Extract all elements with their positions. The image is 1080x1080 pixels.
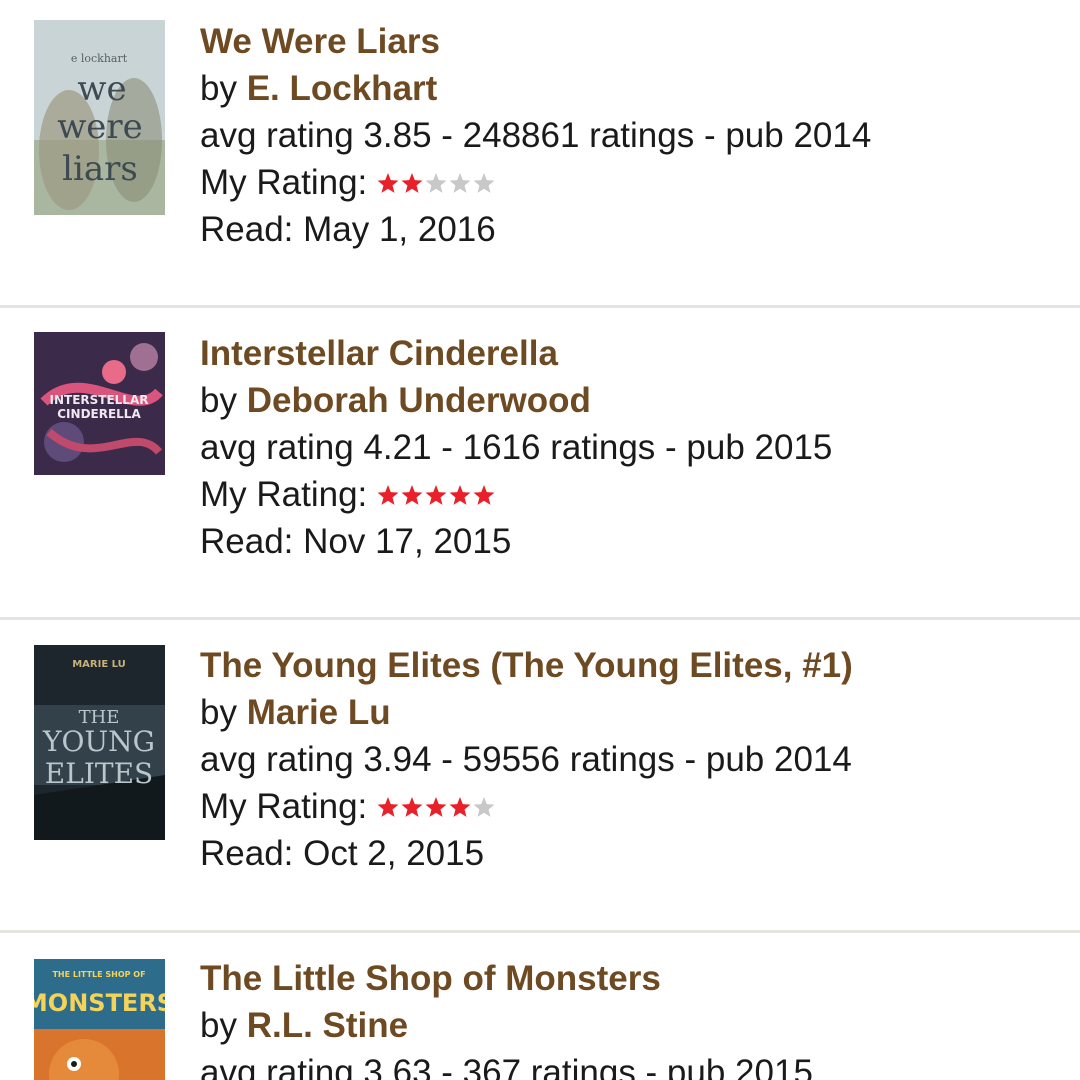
book-stats: avg rating 4.21 - 1616 ratings - pub 201… [200, 428, 833, 467]
star-rating[interactable] [377, 484, 497, 506]
cover-title-line: THE LITTLE SHOP OF [52, 970, 145, 979]
cover-title-line: ELITES [45, 757, 153, 790]
cover-title-line: INTERSTELLAR [50, 393, 149, 407]
book-stats: avg rating 3.63 - 367 ratings - pub 2015 [200, 1053, 813, 1080]
author-link[interactable]: Deborah Underwood [247, 381, 591, 420]
read-date: Read: May 1, 2016 [200, 210, 496, 249]
cover-title-line: were [57, 107, 143, 147]
star-rating-graphic [377, 484, 495, 505]
read-date: Read: Nov 17, 2015 [200, 522, 512, 561]
book-cover-image: MARIE LU THE YOUNG ELITES [34, 645, 165, 840]
my-rating-label: My Rating: [200, 163, 368, 202]
star-filled-icon[interactable] [425, 484, 447, 505]
by-label: by [200, 693, 237, 732]
book-row[interactable]: THE LITTLE SHOP OF MONSTERS The Little S… [0, 937, 1080, 1080]
star-filled-icon[interactable] [401, 484, 423, 505]
book-cover[interactable]: INTERSTELLAR CINDERELLA [34, 332, 165, 475]
book-title-link[interactable]: The Little Shop of Monsters [200, 955, 1070, 1002]
book-cover-image: e lockhart we were liars [34, 20, 165, 215]
star-filled-icon[interactable] [473, 484, 495, 505]
cover-author-text: MARIE LU [72, 659, 126, 670]
book-row[interactable]: e lockhart we were liars We Were Liars b… [0, 0, 1080, 310]
book-stats: avg rating 3.94 - 59556 ratings - pub 20… [200, 740, 852, 779]
cover-author-text: e lockhart [71, 52, 128, 65]
cover-title-line: YOUNG [42, 725, 155, 758]
star-filled-icon[interactable] [401, 172, 423, 193]
author-link[interactable]: R.L. Stine [247, 1006, 408, 1045]
book-info: The Little Shop of Monsters by R.L. Stin… [200, 955, 1070, 1080]
author-link[interactable]: E. Lockhart [247, 69, 438, 108]
star-rating[interactable] [377, 172, 497, 194]
star-filled-icon[interactable] [449, 484, 471, 505]
star-empty-icon[interactable] [425, 172, 447, 193]
book-title-link[interactable]: The Young Elites (The Young Elites, #1) [200, 642, 1070, 689]
row-divider [0, 305, 1080, 308]
by-label: by [200, 69, 237, 108]
cover-title-line: we [77, 69, 126, 109]
star-filled-icon[interactable] [377, 484, 399, 505]
book-row[interactable]: MARIE LU THE YOUNG ELITES The Young Elit… [0, 624, 1080, 934]
star-filled-icon[interactable] [377, 172, 399, 193]
author-link[interactable]: Marie Lu [247, 693, 391, 732]
by-label: by [200, 1006, 237, 1045]
my-rating-label: My Rating: [200, 475, 368, 514]
cover-title-line: liars [62, 149, 138, 189]
book-info: Interstellar Cinderella by Deborah Under… [200, 330, 1070, 565]
star-filled-icon[interactable] [449, 796, 471, 817]
star-empty-icon[interactable] [473, 796, 495, 817]
row-divider [0, 930, 1080, 933]
book-row[interactable]: INTERSTELLAR CINDERELLA Interstellar Cin… [0, 312, 1080, 622]
read-date: Read: Oct 2, 2015 [200, 834, 485, 873]
book-cover-image: INTERSTELLAR CINDERELLA [34, 332, 165, 475]
star-filled-icon[interactable] [377, 796, 399, 817]
star-rating-graphic [377, 172, 495, 193]
book-cover[interactable]: MARIE LU THE YOUNG ELITES [34, 645, 165, 840]
cover-title-line: CINDERELLA [57, 407, 141, 421]
book-title-link[interactable]: We Were Liars [200, 18, 1070, 65]
star-empty-icon[interactable] [473, 172, 495, 193]
by-label: by [200, 381, 237, 420]
book-cover-image: THE LITTLE SHOP OF MONSTERS [34, 959, 165, 1080]
row-divider [0, 617, 1080, 620]
star-filled-icon[interactable] [425, 796, 447, 817]
book-info: The Young Elites (The Young Elites, #1) … [200, 642, 1070, 877]
star-filled-icon[interactable] [401, 796, 423, 817]
book-info: We Were Liars by E. Lockhart avg rating … [200, 18, 1070, 253]
star-rating-graphic [377, 796, 495, 817]
cover-title-line: MONSTERS [34, 989, 165, 1017]
star-rating[interactable] [377, 796, 497, 818]
book-title-link[interactable]: Interstellar Cinderella [200, 330, 1070, 377]
star-empty-icon[interactable] [449, 172, 471, 193]
book-cover[interactable]: e lockhart we were liars [34, 20, 165, 215]
book-cover[interactable]: THE LITTLE SHOP OF MONSTERS [34, 959, 165, 1080]
my-rating-label: My Rating: [200, 787, 368, 826]
book-stats: avg rating 3.85 - 248861 ratings - pub 2… [200, 116, 872, 155]
